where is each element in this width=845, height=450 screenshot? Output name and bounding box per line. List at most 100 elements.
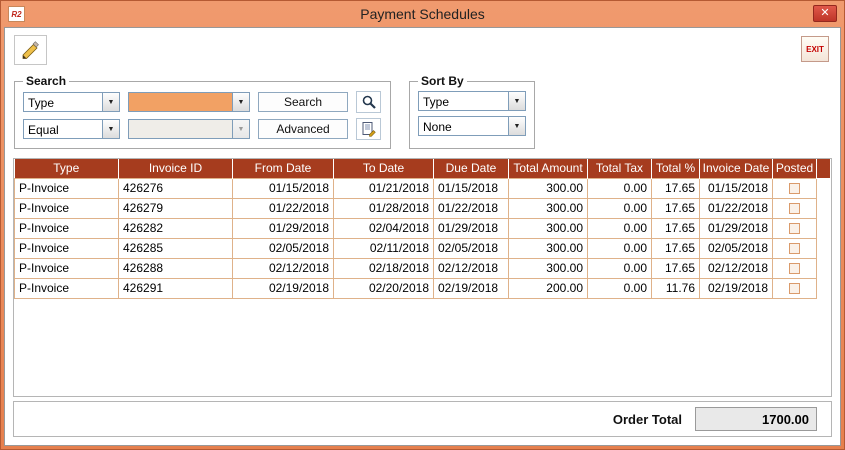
chevron-down-icon: ▼ [232, 120, 249, 138]
table-cell: 426276 [119, 178, 233, 198]
table-cell: 02/12/2018 [434, 258, 509, 278]
column-header-total-[interactable]: Total % [652, 159, 700, 178]
table-cell: 01/21/2018 [334, 178, 434, 198]
table-cell-posted [773, 198, 817, 218]
search-value-combo[interactable]: ▼ [128, 92, 250, 112]
combo-value: Type [419, 94, 508, 109]
table-cell: P-Invoice [15, 198, 119, 218]
table-cell: 02/12/2018 [700, 258, 773, 278]
table-cell: 300.00 [509, 178, 588, 198]
table-cell: 01/22/2018 [434, 198, 509, 218]
table-cell: 0.00 [588, 198, 652, 218]
window-title: Payment Schedules [4, 6, 841, 22]
table-row[interactable]: P-Invoice42628201/29/201802/04/201801/29… [15, 218, 831, 238]
table-cell: 01/22/2018 [233, 198, 334, 218]
table-row[interactable]: P-Invoice42628802/12/201802/18/201802/12… [15, 258, 831, 278]
table-cell: 02/11/2018 [334, 238, 434, 258]
posted-checkbox[interactable] [789, 243, 800, 254]
search-group: Search Type ▼ ▼ Search [14, 74, 391, 149]
sort-by-group-label: Sort By [418, 74, 467, 88]
search-field-combo[interactable]: Type ▼ [23, 92, 120, 112]
chevron-down-icon[interactable]: ▼ [232, 93, 249, 111]
table-cell: 02/20/2018 [334, 278, 434, 298]
chevron-down-icon[interactable]: ▼ [508, 92, 525, 110]
table-row[interactable]: P-Invoice42627901/22/201801/28/201801/22… [15, 198, 831, 218]
table-cell: 0.00 [588, 218, 652, 238]
exit-button[interactable]: EXIT [801, 36, 829, 62]
chevron-down-icon[interactable]: ▼ [102, 93, 119, 111]
table-cell: 02/19/2018 [233, 278, 334, 298]
posted-checkbox[interactable] [789, 283, 800, 294]
table-cell: 426282 [119, 218, 233, 238]
column-header-from-date[interactable]: From Date [233, 159, 334, 178]
table-cell: 300.00 [509, 258, 588, 278]
advanced-report-button[interactable] [356, 118, 381, 140]
table-cell: 17.65 [652, 258, 700, 278]
table-cell: 01/15/2018 [700, 178, 773, 198]
table-header-row: TypeInvoice IDFrom DateTo DateDue DateTo… [15, 159, 831, 178]
table-cell: 0.00 [588, 258, 652, 278]
sort-primary-combo[interactable]: Type ▼ [418, 91, 526, 111]
toolbar: EXIT [5, 28, 840, 74]
table-cell-filler [817, 258, 831, 278]
table-cell: 17.65 [652, 198, 700, 218]
column-header-invoice-id[interactable]: Invoice ID [119, 159, 233, 178]
table-cell: P-Invoice [15, 178, 119, 198]
table-cell-filler [817, 278, 831, 298]
table-cell: 11.76 [652, 278, 700, 298]
posted-checkbox[interactable] [789, 203, 800, 214]
combo-value [129, 129, 232, 130]
column-header-posted[interactable]: Posted [773, 159, 817, 178]
search-button[interactable]: Search [258, 92, 348, 112]
table-cell: 01/15/2018 [434, 178, 509, 198]
combo-value: Type [24, 95, 102, 110]
table-cell: 02/19/2018 [700, 278, 773, 298]
table-row[interactable]: P-Invoice42627601/15/201801/21/201801/15… [15, 178, 831, 198]
edit-button[interactable] [14, 35, 47, 65]
posted-checkbox[interactable] [789, 223, 800, 234]
table-cell: 01/29/2018 [233, 218, 334, 238]
table-cell: 02/04/2018 [334, 218, 434, 238]
search-operator-combo[interactable]: Equal ▼ [23, 119, 120, 139]
column-header-invoice-date[interactable]: Invoice Date [700, 159, 773, 178]
table-cell: 02/05/2018 [700, 238, 773, 258]
close-button[interactable]: ✕ [813, 5, 837, 22]
table-cell-posted [773, 178, 817, 198]
table-cell: 300.00 [509, 218, 588, 238]
table-cell-posted [773, 278, 817, 298]
table-cell-filler [817, 198, 831, 218]
sort-secondary-combo[interactable]: None ▼ [418, 116, 526, 136]
search-value-secondary-combo: ▼ [128, 119, 250, 139]
report-icon [361, 121, 377, 137]
table-cell-filler [817, 238, 831, 258]
table-cell: 02/05/2018 [434, 238, 509, 258]
close-icon: ✕ [820, 8, 829, 19]
table-row[interactable]: P-Invoice42628502/05/201802/11/201802/05… [15, 238, 831, 258]
titlebar[interactable]: R2 Payment Schedules ✕ [4, 1, 841, 27]
column-header-due-date[interactable]: Due Date [434, 159, 509, 178]
posted-checkbox[interactable] [789, 183, 800, 194]
search-icon [361, 94, 377, 110]
column-header-total-amount[interactable]: Total Amount [509, 159, 588, 178]
combo-value [129, 102, 232, 103]
sort-by-group: Sort By Type ▼ None ▼ [409, 74, 535, 149]
column-header-to-date[interactable]: To Date [334, 159, 434, 178]
posted-checkbox[interactable] [789, 263, 800, 274]
column-header-type[interactable]: Type [15, 159, 119, 178]
table-cell: P-Invoice [15, 278, 119, 298]
chevron-down-icon[interactable]: ▼ [508, 117, 525, 135]
table-cell: 300.00 [509, 198, 588, 218]
table-cell: 01/28/2018 [334, 198, 434, 218]
window-content: EXIT Search Type ▼ ▼ Search [4, 27, 841, 446]
table-cell: 0.00 [588, 238, 652, 258]
column-header-total-tax[interactable]: Total Tax [588, 159, 652, 178]
table-cell: 02/05/2018 [233, 238, 334, 258]
search-lookup-button[interactable] [356, 91, 381, 113]
table-cell-filler [817, 218, 831, 238]
advanced-button[interactable]: Advanced [258, 119, 348, 139]
table-cell: 17.65 [652, 238, 700, 258]
chevron-down-icon[interactable]: ▼ [102, 120, 119, 138]
footer-bar: Order Total 1700.00 [13, 401, 832, 437]
payment-schedules-window: R2 Payment Schedules ✕ EXIT Search [0, 0, 845, 450]
table-row[interactable]: P-Invoice42629102/19/201802/20/201802/19… [15, 278, 831, 298]
